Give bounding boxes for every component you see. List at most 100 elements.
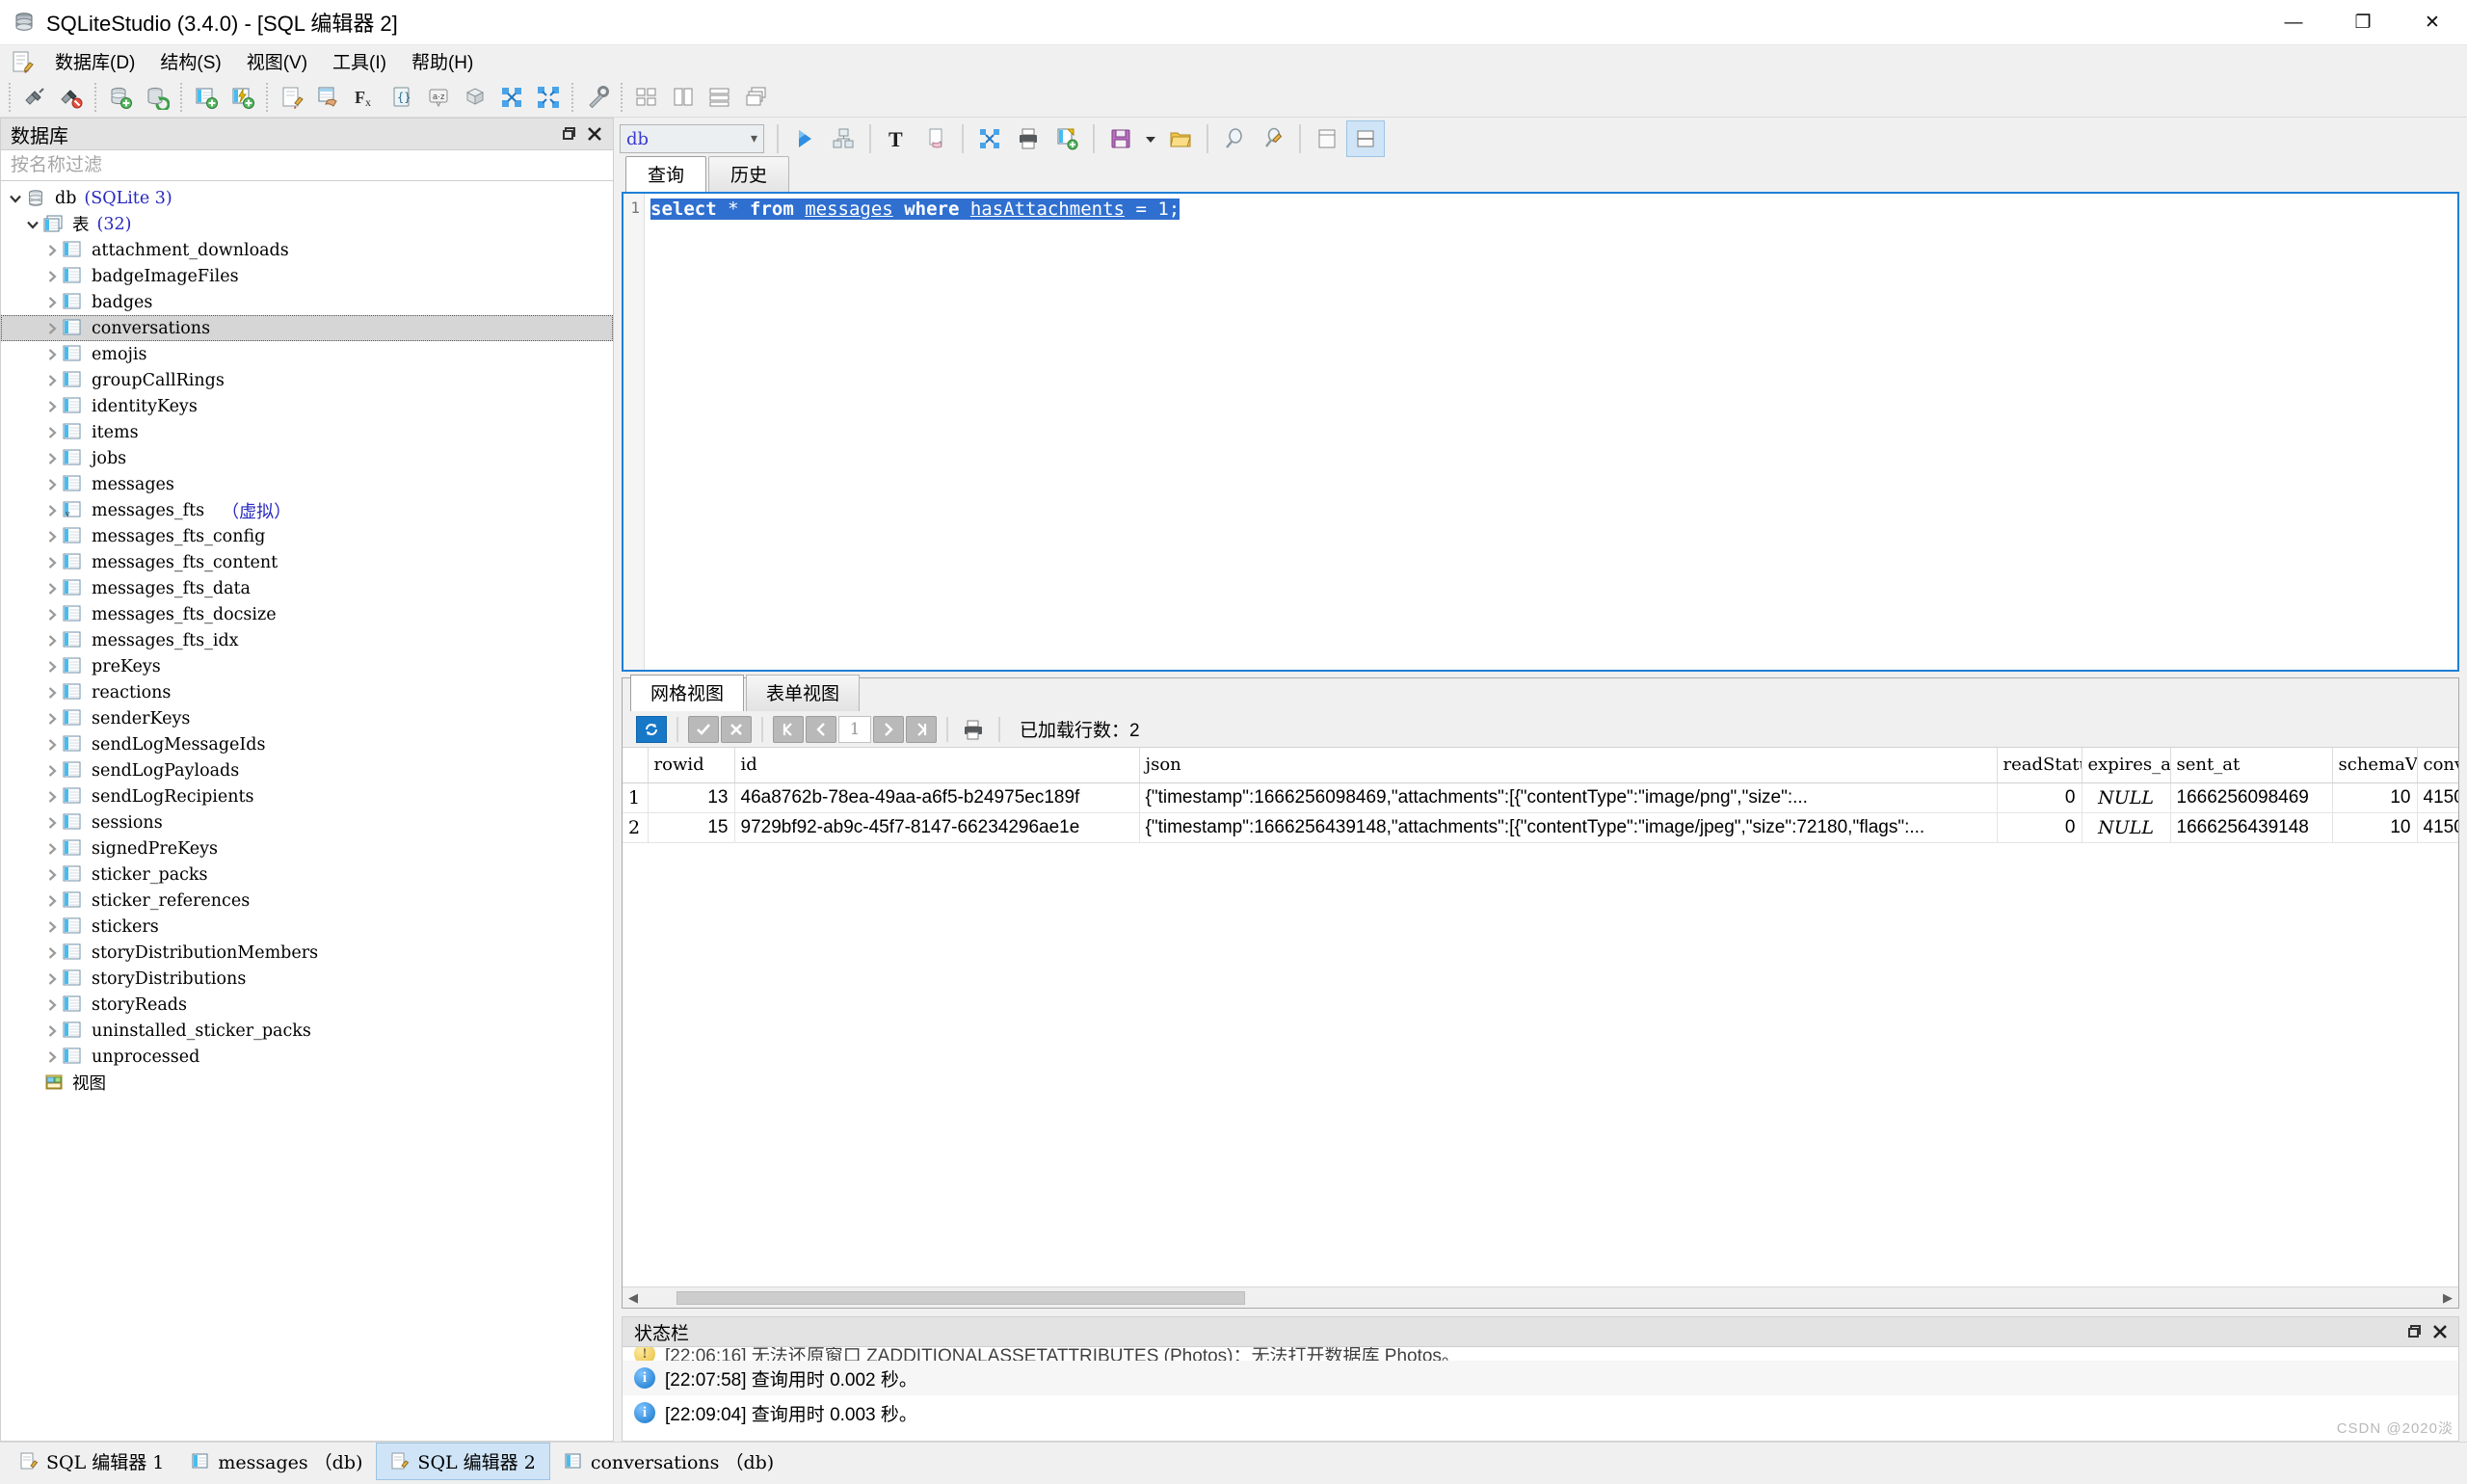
chevron-right-icon[interactable] [41, 686, 63, 700]
scroll-right-icon[interactable]: ▶ [2437, 1288, 2458, 1308]
next-page-icon[interactable] [873, 716, 904, 743]
sql-text-editor[interactable]: 1 select * from messages where hasAttach… [622, 192, 2459, 672]
format-sql-icon[interactable] [970, 120, 1009, 157]
sql-code[interactable]: select * from messages where hasAttachme… [645, 194, 2457, 670]
tree-item-table[interactable]: sendLogPayloads [1, 757, 613, 783]
maximize-button[interactable]: ❐ [2328, 0, 2398, 45]
functions-editor-icon[interactable]: F x [347, 79, 384, 116]
cell-expires_at[interactable]: NULL [2082, 812, 2170, 842]
chevron-right-icon[interactable] [41, 842, 63, 856]
column-header-expires_at[interactable]: expires_a [2082, 748, 2170, 782]
chevron-right-icon[interactable] [41, 582, 63, 596]
horizontal-scrollbar[interactable]: ◀ ▶ [623, 1286, 2458, 1308]
settings-icon[interactable] [579, 79, 616, 116]
chevron-right-icon[interactable] [41, 504, 63, 517]
tree-item-table[interactable]: sticker_references [1, 888, 613, 914]
tree-item-table[interactable]: emojis [1, 341, 613, 367]
chevron-right-icon[interactable] [41, 738, 63, 752]
cell-conversationId[interactable]: 41503 [2417, 812, 2458, 842]
chevron-right-icon[interactable] [41, 348, 63, 361]
minimize-button[interactable]: — [2259, 0, 2328, 45]
tile-horizontal-icon[interactable] [702, 79, 738, 116]
chevron-right-icon[interactable] [41, 608, 63, 622]
table-row[interactable]: 11346a8762b-78ea-49aa-a6f5-b24975ec189f{… [623, 782, 2458, 812]
tree-item-table[interactable]: jobs [1, 445, 613, 471]
extensions-icon[interactable] [457, 79, 493, 116]
tree-item-table[interactable]: badges [1, 289, 613, 315]
task-tab-conversations[interactable]: conversations （db) [550, 1443, 787, 1480]
close-icon[interactable] [2427, 1319, 2453, 1344]
tree-item-table[interactable]: stickers [1, 914, 613, 940]
tree-item-table[interactable]: sendLogRecipients [1, 783, 613, 809]
menu-database[interactable]: 数据库(D) [42, 44, 147, 78]
cell-expires_at[interactable]: NULL [2082, 782, 2170, 812]
restore-icon[interactable] [2402, 1319, 2427, 1344]
tree-item-table[interactable]: items [1, 419, 613, 445]
tree-item-table[interactable]: messages_fts_config [1, 523, 613, 549]
cell-sent_at[interactable]: 1666256098469 [2170, 782, 2332, 812]
save-dropdown-icon[interactable] [1140, 120, 1161, 157]
chevron-right-icon[interactable] [41, 998, 63, 1012]
filter-input[interactable] [9, 154, 605, 177]
execute-query-icon[interactable] [785, 120, 824, 157]
chevron-right-icon[interactable] [41, 452, 63, 465]
tree-item-table[interactable]: identityKeys [1, 393, 613, 419]
chevron-right-icon[interactable] [41, 764, 63, 778]
tree-item-table[interactable]: unprocessed [1, 1044, 613, 1070]
column-header-readStatus[interactable]: readStatu [1997, 748, 2082, 782]
chevron-right-icon[interactable] [41, 660, 63, 674]
chevron-down-icon[interactable] [5, 192, 26, 205]
scrollbar-thumb[interactable] [676, 1291, 1245, 1305]
chevron-right-icon[interactable] [41, 556, 63, 570]
prev-page-icon[interactable] [806, 716, 836, 743]
print-grid-icon[interactable] [958, 716, 989, 743]
tree-item-table[interactable]: vmessages_fts（虚拟） [1, 497, 613, 523]
menu-help[interactable]: 帮助(H) [399, 44, 486, 78]
cell-json[interactable]: {"timestamp":1666256439148,"attachments"… [1139, 812, 1997, 842]
cell-id[interactable]: 9729bf92-ab9c-45f7-8147-66234296ae1e [734, 812, 1139, 842]
find-replace-icon[interactable] [1254, 120, 1292, 157]
restore-icon[interactable] [557, 121, 582, 146]
cell-id[interactable]: 46a8762b-78ea-49aa-a6f5-b24975ec189f [734, 782, 1139, 812]
chevron-right-icon[interactable] [41, 374, 63, 387]
database-combo[interactable]: db ▾ [620, 124, 764, 153]
tree-item-tables[interactable]: 表(32) [1, 211, 613, 237]
close-icon[interactable] [582, 121, 607, 146]
tree-item-table[interactable]: signedPreKeys [1, 835, 613, 861]
disconnect-database-icon[interactable] [53, 79, 90, 116]
cell-rowid[interactable]: 15 [648, 812, 734, 842]
tree-item-table[interactable]: badgeImageFiles [1, 263, 613, 289]
export-results-icon[interactable] [1048, 120, 1086, 157]
menu-view[interactable]: 视图(V) [234, 44, 320, 78]
clear-editor-icon[interactable] [916, 120, 955, 157]
filter-box[interactable] [0, 150, 614, 181]
chevron-right-icon[interactable] [41, 972, 63, 986]
connect-database-icon[interactable] [16, 79, 53, 116]
first-page-icon[interactable] [773, 716, 804, 743]
results-grid[interactable]: rowididjsonreadStatuexpires_asent_atsche… [623, 748, 2458, 1286]
tree-item-table[interactable]: sessions [1, 809, 613, 835]
collapse-all-icon[interactable] [493, 79, 530, 116]
save-sql-icon[interactable] [1101, 120, 1140, 157]
refresh-database-icon[interactable] [139, 79, 175, 116]
column-header-json[interactable]: json [1139, 748, 1997, 782]
cascade-windows-icon[interactable] [738, 79, 775, 116]
column-header-conversationId[interactable]: conver [2417, 748, 2458, 782]
cell-schemaVersion[interactable]: 10 [2332, 782, 2417, 812]
close-button[interactable]: ✕ [2398, 0, 2467, 45]
tile-windows-icon[interactable] [628, 79, 665, 116]
tab-query[interactable]: 查询 [625, 156, 706, 192]
tree-item-table[interactable]: storyReads [1, 992, 613, 1018]
tree-item-table[interactable]: messages_fts_docsize [1, 601, 613, 627]
task-tab-sql-editor-1[interactable]: SQL 编辑器 1 [6, 1443, 177, 1480]
collation-editor-icon[interactable]: a·z [420, 79, 457, 116]
tab-grid-view[interactable]: 网格视图 [630, 675, 744, 711]
add-database-icon[interactable] [102, 79, 139, 116]
code-formatter-icon[interactable]: {} [384, 79, 420, 116]
explain-query-icon[interactable] [824, 120, 862, 157]
chevron-right-icon[interactable] [41, 478, 63, 491]
task-tab-sql-editor-2[interactable]: SQL 编辑器 2 [376, 1443, 549, 1480]
tree-item-table[interactable]: messages [1, 471, 613, 497]
tree-item-table[interactable]: messages_fts_data [1, 575, 613, 601]
chevron-right-icon[interactable] [41, 1050, 63, 1064]
